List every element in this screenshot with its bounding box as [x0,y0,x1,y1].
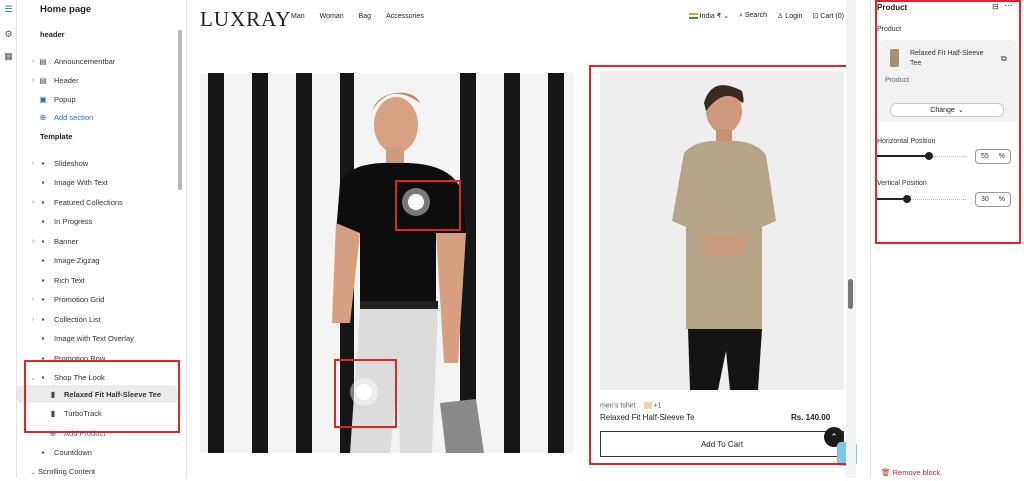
header-group-title: header [40,30,65,39]
chevron-right-icon[interactable]: › [28,160,38,167]
flag-icon [688,13,698,20]
sidebar-item[interactable]: › ▪ Slideshow [17,154,177,172]
sidebar-item-label: Image Zigzag [54,256,100,265]
announcement-icon: ▤ [39,56,47,66]
header-icon: ▤ [39,75,47,85]
nav-link-accessories[interactable]: Accessories [386,13,424,20]
user-icon: ♙ [777,13,784,20]
sidebar-item-label: Rich Text [54,275,85,285]
chevron-right-icon[interactable]: › [28,199,38,206]
image-text-icon: ▪ [41,178,45,187]
highlight-hotspot-leg [334,359,397,428]
preview-scrollbar[interactable] [846,0,856,478]
main-nav: Man Woman Bag Accessories [291,13,424,20]
remove-block-button[interactable]: 🗑 Remove block [881,468,940,477]
sidebar-item-label: Slideshow [54,158,89,168]
template-group-title: Template [40,132,73,141]
rich-text-icon: ▪ [41,275,45,285]
highlight-product-card [589,65,856,465]
sidebar-item-label: Collection List [54,314,101,324]
page-title: Home page [40,4,92,15]
chevron-right-icon[interactable]: › [28,296,38,303]
sidebar-item-label: Add section [54,112,94,122]
sidebar-item[interactable]: › ▤ Announcementbar [17,52,177,70]
chevron-right-icon[interactable]: › [28,238,38,245]
slideshow-icon: ▪ [41,158,45,168]
banner-icon: ▪ [41,236,45,246]
block-settings-panel: Product ⊟ ··· Product Relaxed Fit Half-S… [870,0,1024,478]
search-icon: ⌕ [739,12,743,19]
chevron-right-icon[interactable]: ⌄ [28,468,38,476]
highlight-hotspot-chest [395,180,461,231]
overlay-icon: ▪ [41,334,45,343]
sidebar-item-label: Featured Collections [54,197,123,207]
sidebar-item[interactable]: ▪ Image With Text [17,174,177,192]
countdown-icon: ▪ [41,447,45,457]
popup-icon: ▣ [39,94,47,104]
layout-icon[interactable]: ☰ [3,4,14,15]
sidebar-item[interactable]: › ▤ Header [17,71,177,89]
chevron-right-icon[interactable]: › [28,58,38,65]
trash-icon: 🗑 [881,468,891,477]
sidebar-item[interactable]: › ▪ Featured Collections [17,193,177,211]
cart-icon: ⊡ [812,13,819,20]
sidebar-item-label: Countdown [54,447,92,457]
gear-icon[interactable]: ⚙ [3,29,14,40]
sidebar-item[interactable]: ⊕ Add section [17,108,177,126]
highlight-settings [875,0,1021,244]
collections-icon: ▪ [41,197,45,207]
sidebar-item-label: Popup [54,94,76,104]
grid-icon: ▪ [41,295,45,304]
sidebar-scrollbar[interactable] [178,30,182,190]
sidebar-item-label: Header [54,75,79,85]
sidebar-item-label: Scrolling Content [38,467,96,476]
sidebar-item[interactable]: ▪ Image with Text Overlay [17,330,177,348]
header-utilities: India ₹ ⌄ ⌕ Search ♙ Login ⊡ Cart (0) [688,12,844,20]
sidebar-item-label: Banner [54,236,79,246]
region-selector[interactable]: India ₹ ⌄ [688,12,729,20]
nav-link-man[interactable]: Man [291,13,305,20]
chevron-right-icon[interactable]: › [28,316,38,323]
nav-link-bag[interactable]: Bag [359,13,371,20]
login-link[interactable]: ♙ Login [777,12,802,20]
sidebar-item[interactable]: ▣ Popup [17,90,177,108]
sidebar-item[interactable]: › ▪ Promotion Grid [17,291,177,309]
sidebar-item-label: Image with Text Overlay [54,334,134,343]
store-preview: LUXRAY Man Woman Bag Accessories India ₹… [188,0,857,478]
sidebar-item[interactable]: ▪ Rich Text [17,271,177,289]
sidebar-item[interactable]: › ▪ Banner [17,232,177,250]
store-logo[interactable]: LUXRAY [200,7,292,32]
highlight-shop-the-look [24,360,180,433]
sidebar-item[interactable]: › ▪ Collection List [17,310,177,328]
search-link[interactable]: ⌕ Search [739,12,767,20]
sidebar-item[interactable]: ▪ Countdown [17,443,177,461]
sidebar-item-label: In Progress [54,217,93,226]
sidebar-item-label: Promotion Grid [54,295,105,304]
apps-icon[interactable]: ▦ [3,51,14,62]
sidebar-item-label: Image With Text [54,178,108,187]
zigzag-icon: ▪ [41,256,45,265]
chevron-right-icon[interactable]: › [28,77,38,84]
add-circle-icon: ⊕ [39,112,47,122]
progress-icon: ▪ [41,217,45,226]
cart-link[interactable]: ⊡ Cart (0) [812,12,844,20]
icon-rail: ☰ ⚙ ▦ [0,0,17,478]
sidebar-item[interactable]: ▪ In Progress [17,213,177,231]
sidebar-item[interactable]: ▪ Image Zigzag [17,252,177,270]
section-sidebar: Home page header › ▤ Announcementbar › ▤ Heade… [17,0,187,478]
sidebar-item-label: Announcementbar [54,56,116,66]
nav-link-woman[interactable]: Woman [320,13,344,20]
collection-list-icon: ▪ [41,314,45,324]
